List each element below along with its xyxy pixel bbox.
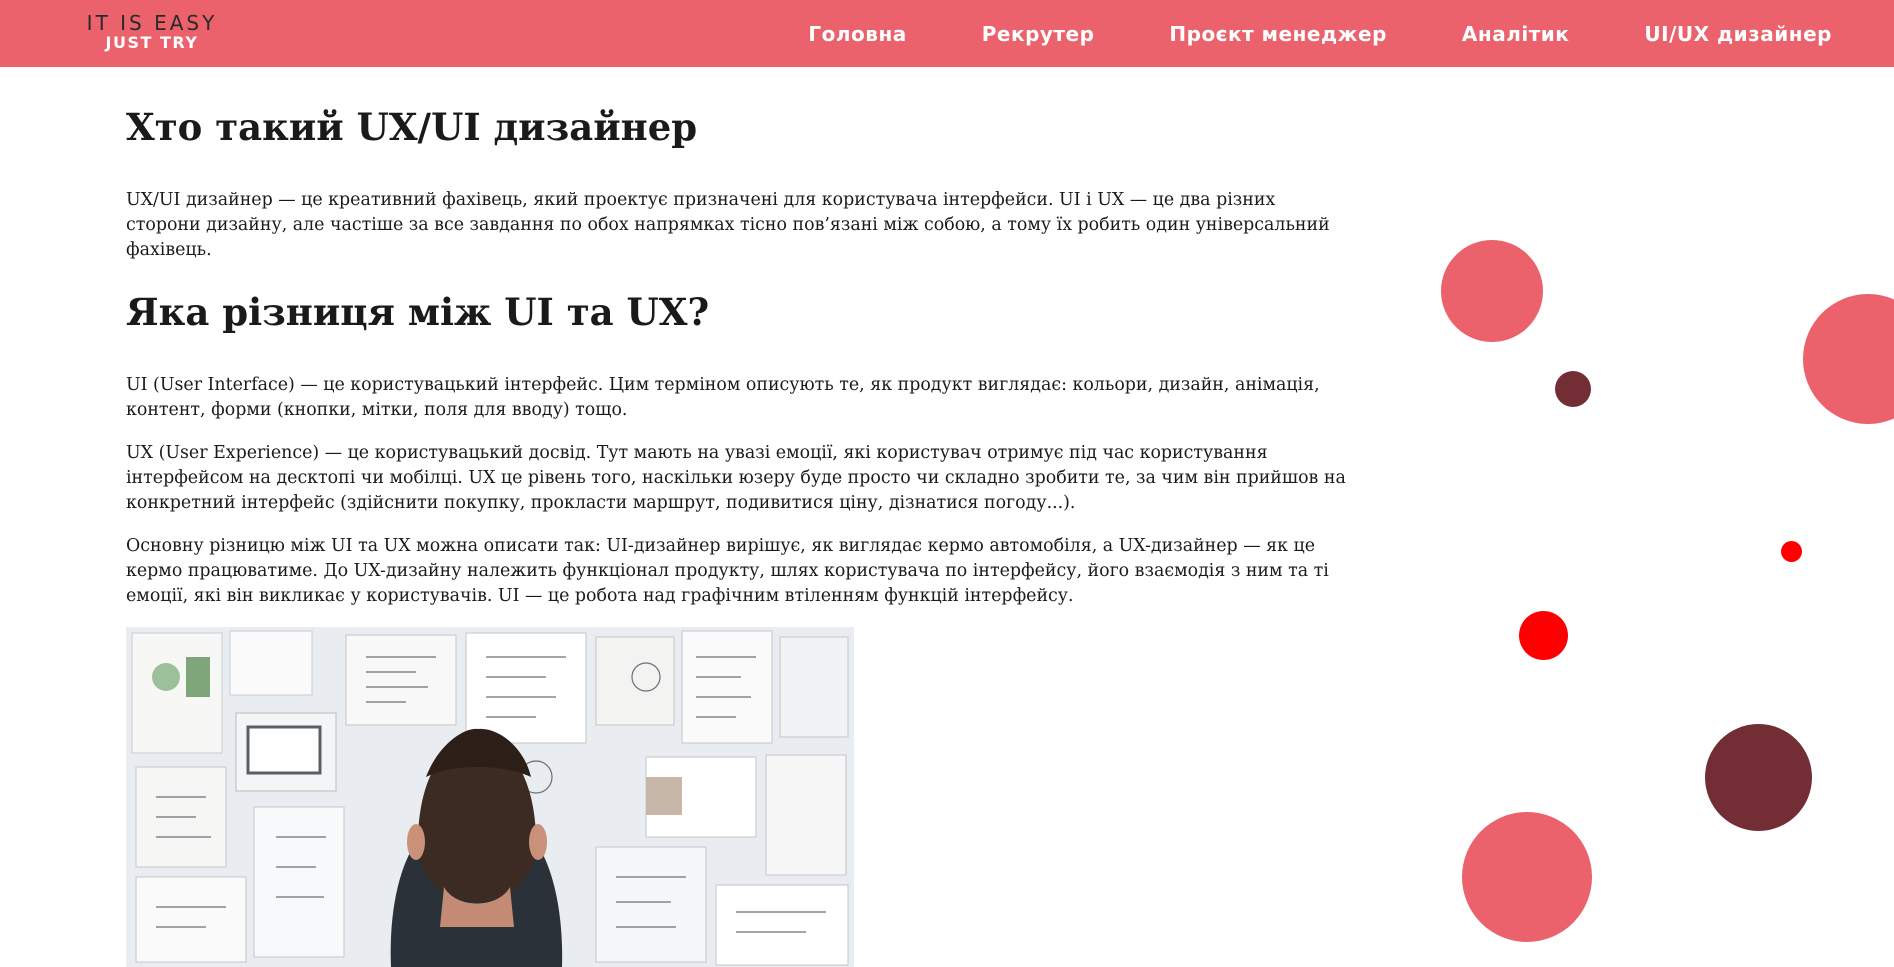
article-paragraph-1: UX/UI дизайнер — це креативний фахівець,… [126,190,1330,260]
nav-item-recruiter[interactable]: Рекрутер [982,22,1095,46]
logo-title: IT IS EASY [86,11,218,35]
main-nav: Головна Рекрутер Проєкт менеджер Аналіти… [808,0,1832,67]
nav-item-project-manager[interactable]: Проєкт менеджер [1169,22,1387,46]
decorative-circle [1441,240,1543,342]
site-header: IT IS EASY JUST TRY Головна Рекрутер Про… [0,0,1894,67]
decorative-circle [1803,294,1894,424]
article-paragraph-3: UX (User Experience) — це користувацький… [126,443,1346,513]
article-paragraph-2: UI (User Interface) — це користувацький … [126,375,1320,420]
decorative-circle [1781,541,1802,562]
nav-item-ui-ux-designer[interactable]: UI/UX дизайнер [1644,22,1832,46]
decorative-circle [1462,812,1592,942]
article-paragraph-4: Основну різницю між UI та UX можна описа… [126,536,1329,606]
designer-photo [126,627,854,967]
article-heading-1: Хто такий UX/UI дизайнер [126,105,698,149]
article-heading-2: Яка різниця між UI та UX? [126,290,710,334]
site-logo[interactable]: IT IS EASY JUST TRY [54,12,250,52]
decorative-circle [1555,371,1591,407]
nav-item-analyst[interactable]: Аналітик [1462,22,1569,46]
nav-item-home[interactable]: Головна [808,22,906,46]
decorative-circle [1519,611,1568,660]
article: Хто такий UX/UI дизайнер UX/UI дизайнер … [126,100,1346,967]
decorative-circle [1705,724,1812,831]
logo-tagline: JUST TRY [105,33,199,52]
